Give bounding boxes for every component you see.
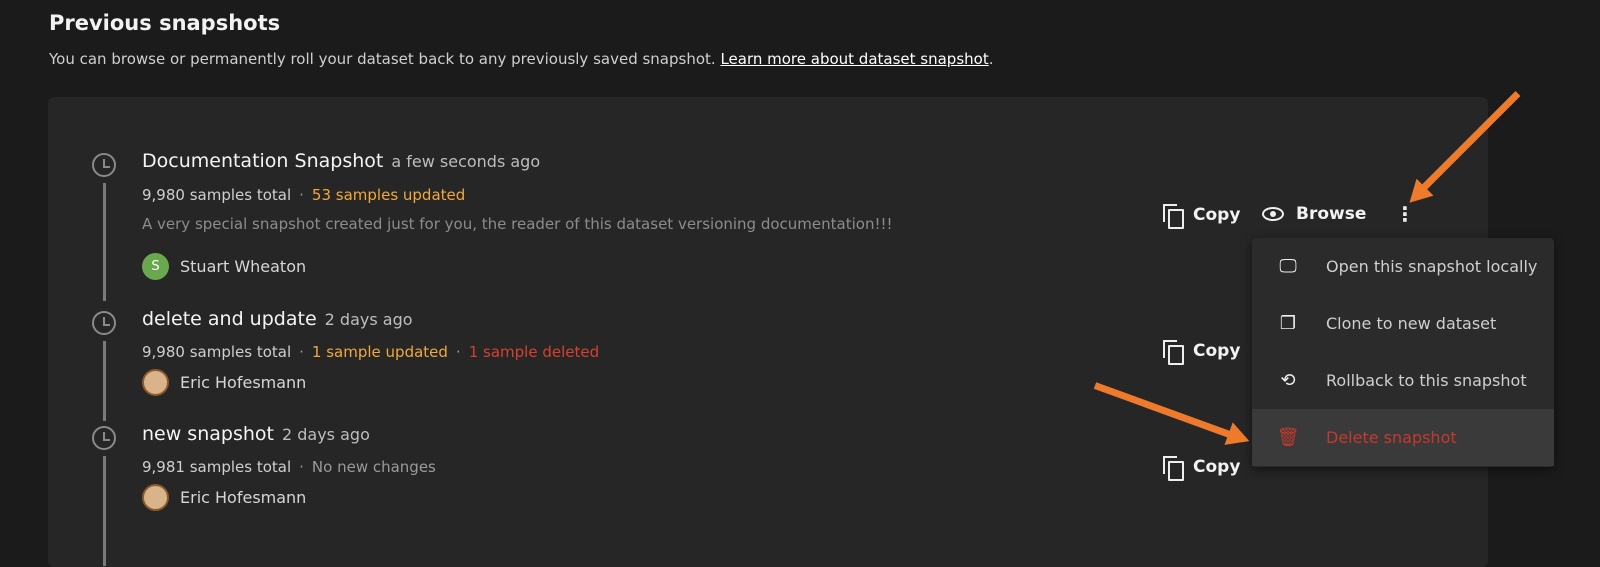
snapshot-time: 2 days ago — [281, 425, 370, 444]
user-name: Eric Hofesmann — [180, 373, 307, 392]
snapshot-name: new snapshot — [142, 423, 274, 445]
menu-item-label: Rollback to this snapshot — [1326, 371, 1527, 390]
trash-icon: 🗑 — [1276, 427, 1300, 448]
page-description: You can browse or permanently roll your … — [49, 50, 993, 68]
menu-item-open-locally[interactable]: 🖵 Open this snapshot locally — [1252, 238, 1554, 295]
clock-icon — [92, 426, 116, 450]
user-name: Stuart Wheaton — [180, 257, 307, 276]
clock-icon — [92, 311, 116, 335]
snapshot-title: new snapshot 2 days ago — [142, 423, 370, 445]
copy-button[interactable]: Copy — [1163, 340, 1241, 365]
rollback-icon: ⟲ — [1280, 370, 1296, 391]
snapshot-stats: 9,980 samples total · 1 sample updated · 1 s… — [142, 343, 600, 361]
monitor-icon: 🖵 — [1279, 256, 1297, 277]
menu-item-label: Delete snapshot — [1326, 428, 1457, 447]
browse-button[interactable]: Browse — [1262, 204, 1366, 224]
copy-icon: ❐ — [1279, 313, 1297, 334]
menu-item-clone[interactable]: ❐ Clone to new dataset — [1252, 295, 1554, 352]
snapshot-description: A very special snapshot created just for… — [142, 215, 893, 233]
browse-label: Browse — [1296, 204, 1367, 224]
copy-button[interactable]: Copy — [1163, 456, 1241, 481]
snapshot-title: Documentation Snapshot a few seconds ago — [142, 150, 540, 172]
copy-icon — [1163, 204, 1184, 229]
snapshot-author: S Stuart Wheaton — [142, 253, 306, 280]
snapshot-stats: 9,981 samples total · No new changes — [142, 458, 436, 476]
avatar: S — [142, 253, 169, 280]
samples-total: 9,980 samples total — [142, 186, 292, 204]
clock-icon — [92, 153, 116, 177]
snapshot-name: Documentation Snapshot — [142, 150, 384, 172]
snapshot-name: delete and update — [142, 308, 317, 330]
description-text: You can browse or permanently roll your … — [49, 50, 721, 68]
avatar — [142, 484, 169, 511]
page-title: Previous snapshots — [49, 11, 281, 35]
timeline-line — [103, 341, 106, 421]
snapshot-author: Eric Hofesmann — [142, 369, 306, 396]
snapshot-time: 2 days ago — [324, 310, 413, 329]
timeline-line — [103, 183, 106, 301]
user-name: Eric Hofesmann — [180, 488, 307, 507]
copy-icon — [1163, 340, 1184, 365]
samples-total: 9,981 samples total — [142, 458, 292, 476]
period: . — [988, 50, 994, 68]
samples-deleted: 1 sample deleted — [468, 343, 600, 361]
no-changes: No new changes — [311, 458, 436, 476]
copy-icon — [1163, 456, 1184, 481]
copy-label: Copy — [1193, 205, 1241, 225]
snapshot-title: delete and update 2 days ago — [142, 308, 413, 330]
learn-more-link[interactable]: Learn more about dataset snapshot — [720, 50, 988, 68]
samples-updated: 1 sample updated — [311, 343, 448, 361]
menu-item-label: Clone to new dataset — [1326, 314, 1497, 333]
copy-label: Copy — [1193, 341, 1241, 361]
snapshot-author: Eric Hofesmann — [142, 484, 306, 511]
snapshot-stats: 9,980 samples total · 53 samples updated — [142, 186, 466, 204]
samples-total: 9,980 samples total — [142, 343, 292, 361]
snapshot-time: a few seconds ago — [391, 152, 541, 171]
menu-item-label: Open this snapshot locally — [1326, 257, 1538, 276]
menu-item-rollback[interactable]: ⟲ Rollback to this snapshot — [1252, 352, 1554, 409]
menu-item-delete[interactable]: 🗑 Delete snapshot — [1252, 409, 1554, 466]
copy-button[interactable]: Copy — [1163, 204, 1241, 229]
avatar — [142, 369, 169, 396]
copy-label: Copy — [1193, 457, 1241, 477]
snapshot-options-menu: 🖵 Open this snapshot locally ❐ Clone to ne… — [1252, 238, 1554, 467]
samples-updated: 53 samples updated — [311, 186, 466, 204]
eye-icon — [1262, 207, 1284, 221]
